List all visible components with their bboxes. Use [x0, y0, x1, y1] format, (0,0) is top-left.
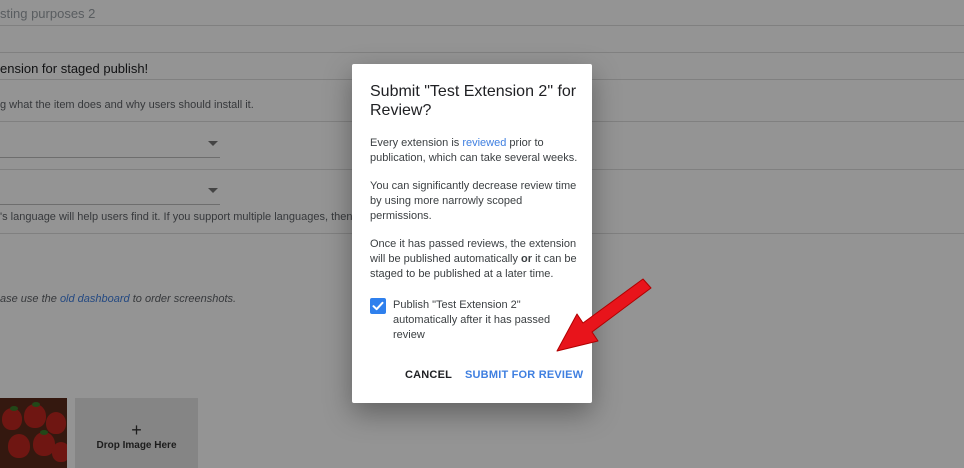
red-arrow-icon — [556, 278, 652, 352]
